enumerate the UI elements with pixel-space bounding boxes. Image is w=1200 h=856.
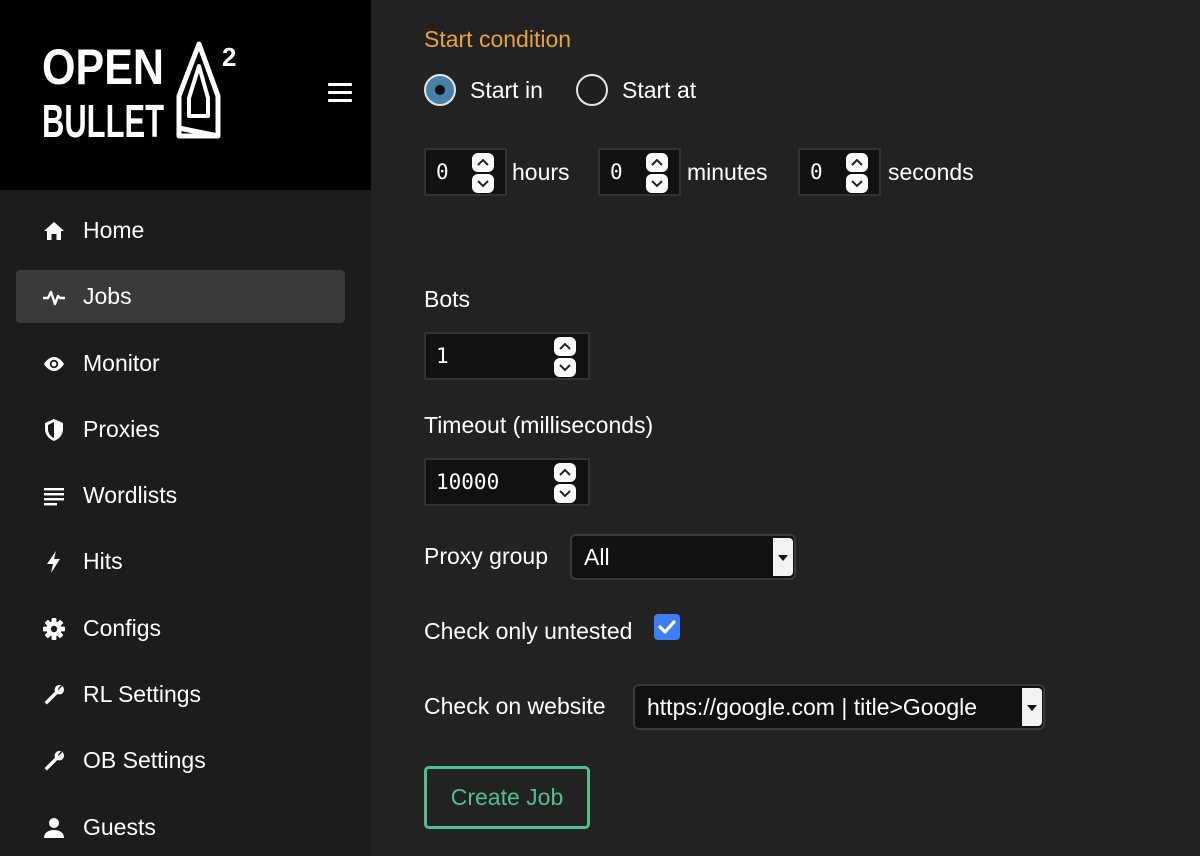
- hours-input[interactable]: 0: [424, 148, 507, 196]
- sidebar-item-monitor[interactable]: Monitor: [16, 337, 345, 390]
- openbullet-logo: OPEN BULLET 2: [42, 39, 236, 146]
- sidebar-item-label: Guests: [83, 813, 156, 840]
- sidebar-item-label: Monitor: [83, 349, 160, 376]
- proxy-group-label: Proxy group: [424, 543, 549, 569]
- timeout-stepper[interactable]: [554, 463, 576, 503]
- sidebar-item-label: Configs: [83, 614, 161, 641]
- chevron-down-icon[interactable]: [773, 538, 793, 576]
- increment-icon[interactable]: [846, 153, 868, 172]
- sidebar-item-label: Jobs: [83, 283, 132, 310]
- pulse-icon: [43, 291, 65, 306]
- radio-button[interactable]: [576, 74, 608, 106]
- minutes-unit-label: minutes: [687, 159, 768, 185]
- sidebar-item-label: Proxies: [83, 415, 160, 442]
- minutes-stepper[interactable]: [646, 153, 668, 193]
- start-at-radio[interactable]: Start at: [576, 74, 716, 106]
- radio-label: Start at: [622, 77, 697, 103]
- lines-icon: [44, 488, 64, 506]
- decrement-icon[interactable]: [554, 484, 576, 503]
- sidebar-item-hits[interactable]: Hits: [16, 535, 345, 588]
- bolt-icon: [47, 551, 60, 574]
- home-icon: [44, 222, 64, 240]
- start-in-radio[interactable]: Start in: [424, 74, 554, 106]
- proxy-group-select[interactable]: All: [570, 534, 796, 580]
- seconds-input[interactable]: 0: [798, 148, 881, 196]
- user-icon: [44, 817, 64, 838]
- bots-label: Bots: [424, 286, 471, 312]
- proxy-group-value: All: [584, 544, 610, 570]
- hours-stepper[interactable]: [472, 153, 494, 193]
- sidebar-item-ob-settings[interactable]: OB Settings: [16, 734, 345, 787]
- decrement-icon[interactable]: [472, 174, 494, 193]
- logo-line2: BULLET: [42, 95, 164, 146]
- sidebar-item-wordlists[interactable]: Wordlists: [16, 469, 345, 522]
- chevron-down-icon[interactable]: [1022, 688, 1042, 726]
- timeout-value: 10000: [436, 470, 500, 494]
- decrement-icon[interactable]: [554, 358, 576, 377]
- bots-value: 1: [436, 344, 449, 368]
- brand-header: OPEN BULLET 2: [0, 0, 371, 190]
- radio-label: Start in: [470, 77, 543, 103]
- increment-icon[interactable]: [472, 153, 494, 172]
- sidebar-item-home[interactable]: Home: [16, 204, 345, 257]
- sidebar-item-proxies[interactable]: Proxies: [16, 403, 345, 456]
- sidebar-item-guests[interactable]: Guests: [16, 801, 345, 854]
- sidebar-item-label: Home: [83, 217, 145, 243]
- timeout-input[interactable]: 10000: [424, 458, 590, 506]
- bots-stepper[interactable]: [554, 337, 576, 377]
- sidebar-nav: Home Jobs Monitor Proxies Wordlists Hits: [16, 204, 345, 856]
- seconds-stepper[interactable]: [846, 153, 868, 193]
- check-on-website-value: https://google.com | title>Google: [647, 694, 978, 720]
- increment-icon[interactable]: [646, 153, 668, 172]
- timeout-label: Timeout (milliseconds): [424, 412, 654, 438]
- bots-input[interactable]: 1: [424, 332, 590, 380]
- start-condition-title: Start condition: [424, 26, 572, 52]
- seconds-unit-label: seconds: [888, 159, 974, 185]
- sidebar-item-jobs[interactable]: Jobs: [16, 270, 345, 324]
- wrench-icon: [44, 685, 64, 705]
- boat-logo-icon: [176, 41, 221, 139]
- hours-unit-label: hours: [512, 159, 570, 185]
- sidebar-item-label: RL Settings: [83, 681, 202, 708]
- checkmark-icon: [658, 620, 676, 634]
- minutes-input[interactable]: 0: [598, 148, 681, 196]
- hours-value: 0: [436, 160, 449, 184]
- sidebar: OPEN BULLET 2 Home Jobs Monitor Proxies …: [0, 0, 371, 856]
- minutes-value: 0: [610, 160, 623, 184]
- check-only-untested-checkbox[interactable]: [654, 614, 680, 640]
- sidebar-item-label: Wordlists: [83, 482, 178, 509]
- decrement-icon[interactable]: [646, 174, 668, 193]
- increment-icon[interactable]: [554, 463, 576, 482]
- sidebar-item-configs[interactable]: Configs: [16, 602, 345, 655]
- sidebar-item-label: OB Settings: [83, 747, 206, 774]
- check-on-website-select[interactable]: https://google.com | title>Google: [633, 684, 1045, 730]
- logo-superscript: 2: [222, 42, 236, 72]
- shield-icon: [45, 418, 63, 441]
- gear-icon: [43, 617, 65, 640]
- eye-icon: [44, 356, 64, 371]
- check-only-untested-label: Check only untested: [424, 618, 633, 644]
- increment-icon[interactable]: [554, 337, 576, 356]
- logo-line1: OPEN: [42, 39, 164, 95]
- radio-button[interactable]: [424, 74, 456, 106]
- sidebar-item-label: Hits: [83, 548, 123, 575]
- hamburger-icon[interactable]: [326, 78, 356, 108]
- wrench-icon: [44, 751, 64, 771]
- decrement-icon[interactable]: [846, 174, 868, 193]
- create-job-button[interactable]: Create Job: [424, 766, 590, 829]
- check-on-website-label: Check on website: [424, 693, 606, 719]
- job-form: Start condition Start in Start at 0 hour…: [371, 0, 1200, 856]
- seconds-value: 0: [810, 160, 823, 184]
- sidebar-item-rl-settings[interactable]: RL Settings: [16, 668, 345, 721]
